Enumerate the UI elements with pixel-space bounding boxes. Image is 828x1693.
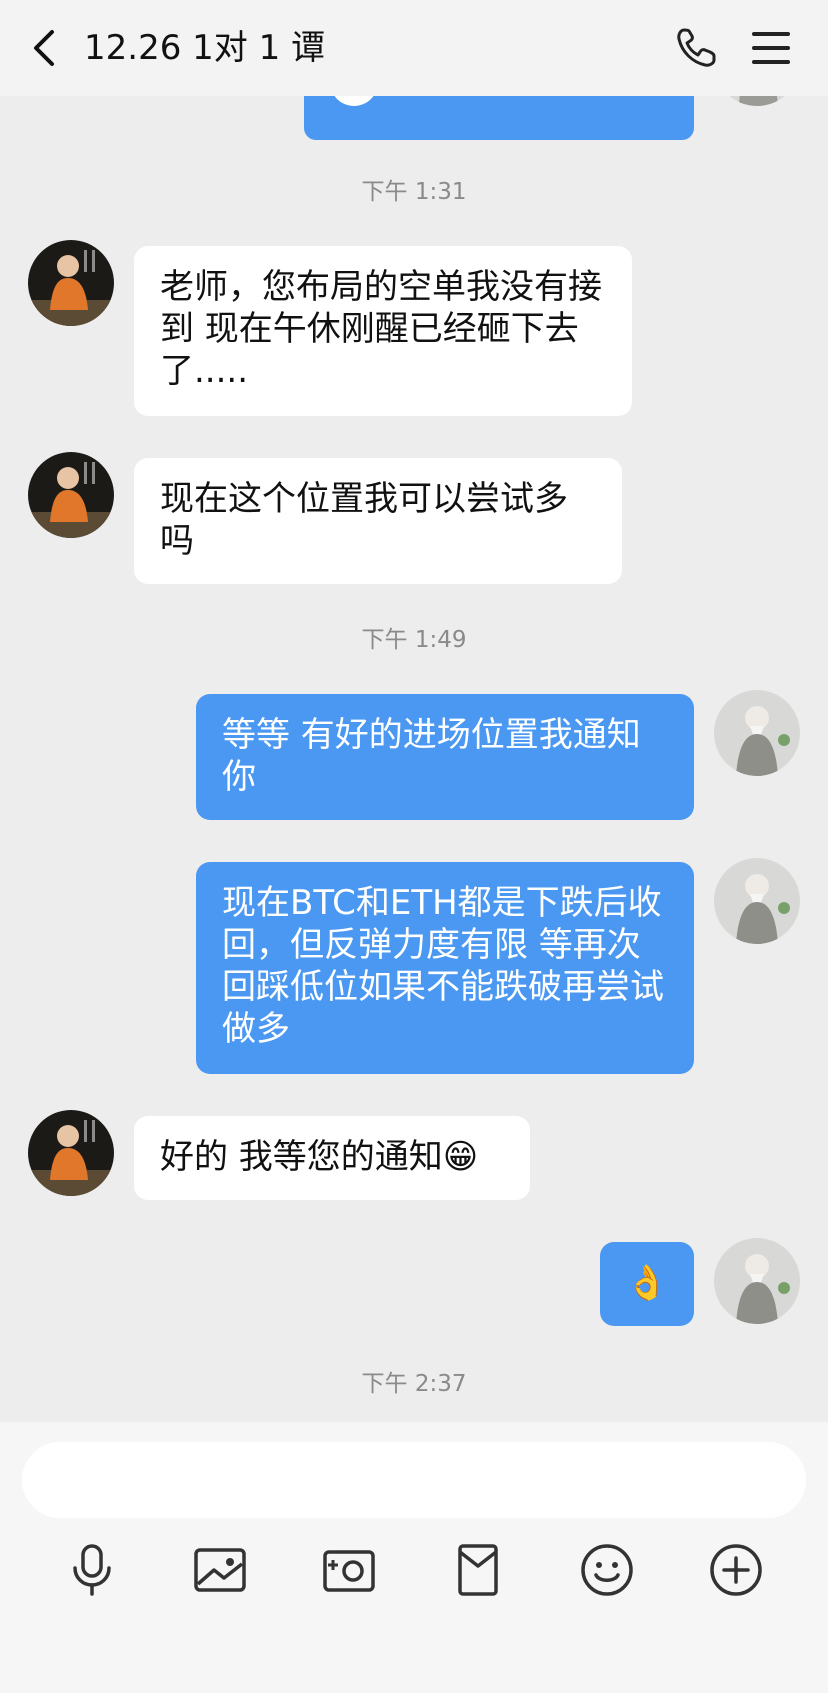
avatar[interactable] — [714, 858, 800, 944]
avatar[interactable] — [28, 240, 114, 326]
teacher-avatar-image — [714, 1238, 800, 1324]
student-avatar-image — [28, 1110, 114, 1196]
message-bubble[interactable]: 等等 有好的进场位置我通知你 — [196, 694, 694, 820]
chevron-left-icon — [34, 30, 54, 66]
teacher-avatar-image — [714, 690, 800, 776]
menu-icon — [752, 32, 790, 64]
call-button[interactable] — [674, 26, 718, 70]
red-packet-icon — [458, 1544, 498, 1596]
student-avatar-image — [28, 240, 114, 326]
avatar[interactable] — [28, 1110, 114, 1196]
microphone-icon — [73, 1544, 111, 1596]
menu-button[interactable] — [748, 28, 794, 68]
photo-button[interactable] — [190, 1540, 250, 1600]
home-indicator-area — [0, 1662, 828, 1693]
student-avatar-image — [28, 452, 114, 538]
timestamp: 下午 1:31 — [361, 179, 467, 205]
camera-icon — [323, 1550, 375, 1592]
more-button[interactable] — [706, 1540, 766, 1600]
chat-title: 12.26 1对 1 谭 — [84, 28, 326, 68]
message-bubble[interactable]: 👌 — [600, 1242, 694, 1326]
chat-header: 12.26 1对 1 谭 — [0, 0, 828, 96]
phone-icon — [677, 28, 716, 67]
avatar[interactable] — [714, 690, 800, 776]
timestamp: 下午 2:37 — [361, 1371, 467, 1397]
avatar[interactable] — [714, 1238, 800, 1324]
back-button[interactable] — [28, 26, 64, 70]
avatar[interactable] — [28, 452, 114, 538]
camera-button[interactable] — [319, 1540, 379, 1600]
voice-input-button[interactable] — [62, 1540, 122, 1600]
message-input[interactable] — [22, 1442, 806, 1518]
emoji-icon — [581, 1544, 633, 1596]
message-bubble[interactable]: 老师，您布局的空单我没有接到 现在午休刚醒已经砸下去了..... — [134, 246, 632, 416]
emoji-button[interactable] — [577, 1540, 637, 1600]
red-packet-button[interactable] — [448, 1540, 508, 1600]
composer-bar — [0, 1422, 828, 1693]
message-bubble[interactable]: 现在BTC和ETH都是下跌后收回，但反弹力度有限 等再次回踩低位如果不能跌破再尝… — [196, 862, 694, 1074]
plus-icon — [710, 1544, 762, 1596]
teacher-avatar-image — [714, 858, 800, 944]
image-icon — [194, 1548, 246, 1592]
message-bubble[interactable]: 好的 我等您的通知😁 — [134, 1116, 530, 1200]
timestamp: 下午 1:49 — [361, 627, 467, 653]
message-bubble[interactable]: 现在这个位置我可以尝试多吗 — [134, 458, 622, 584]
